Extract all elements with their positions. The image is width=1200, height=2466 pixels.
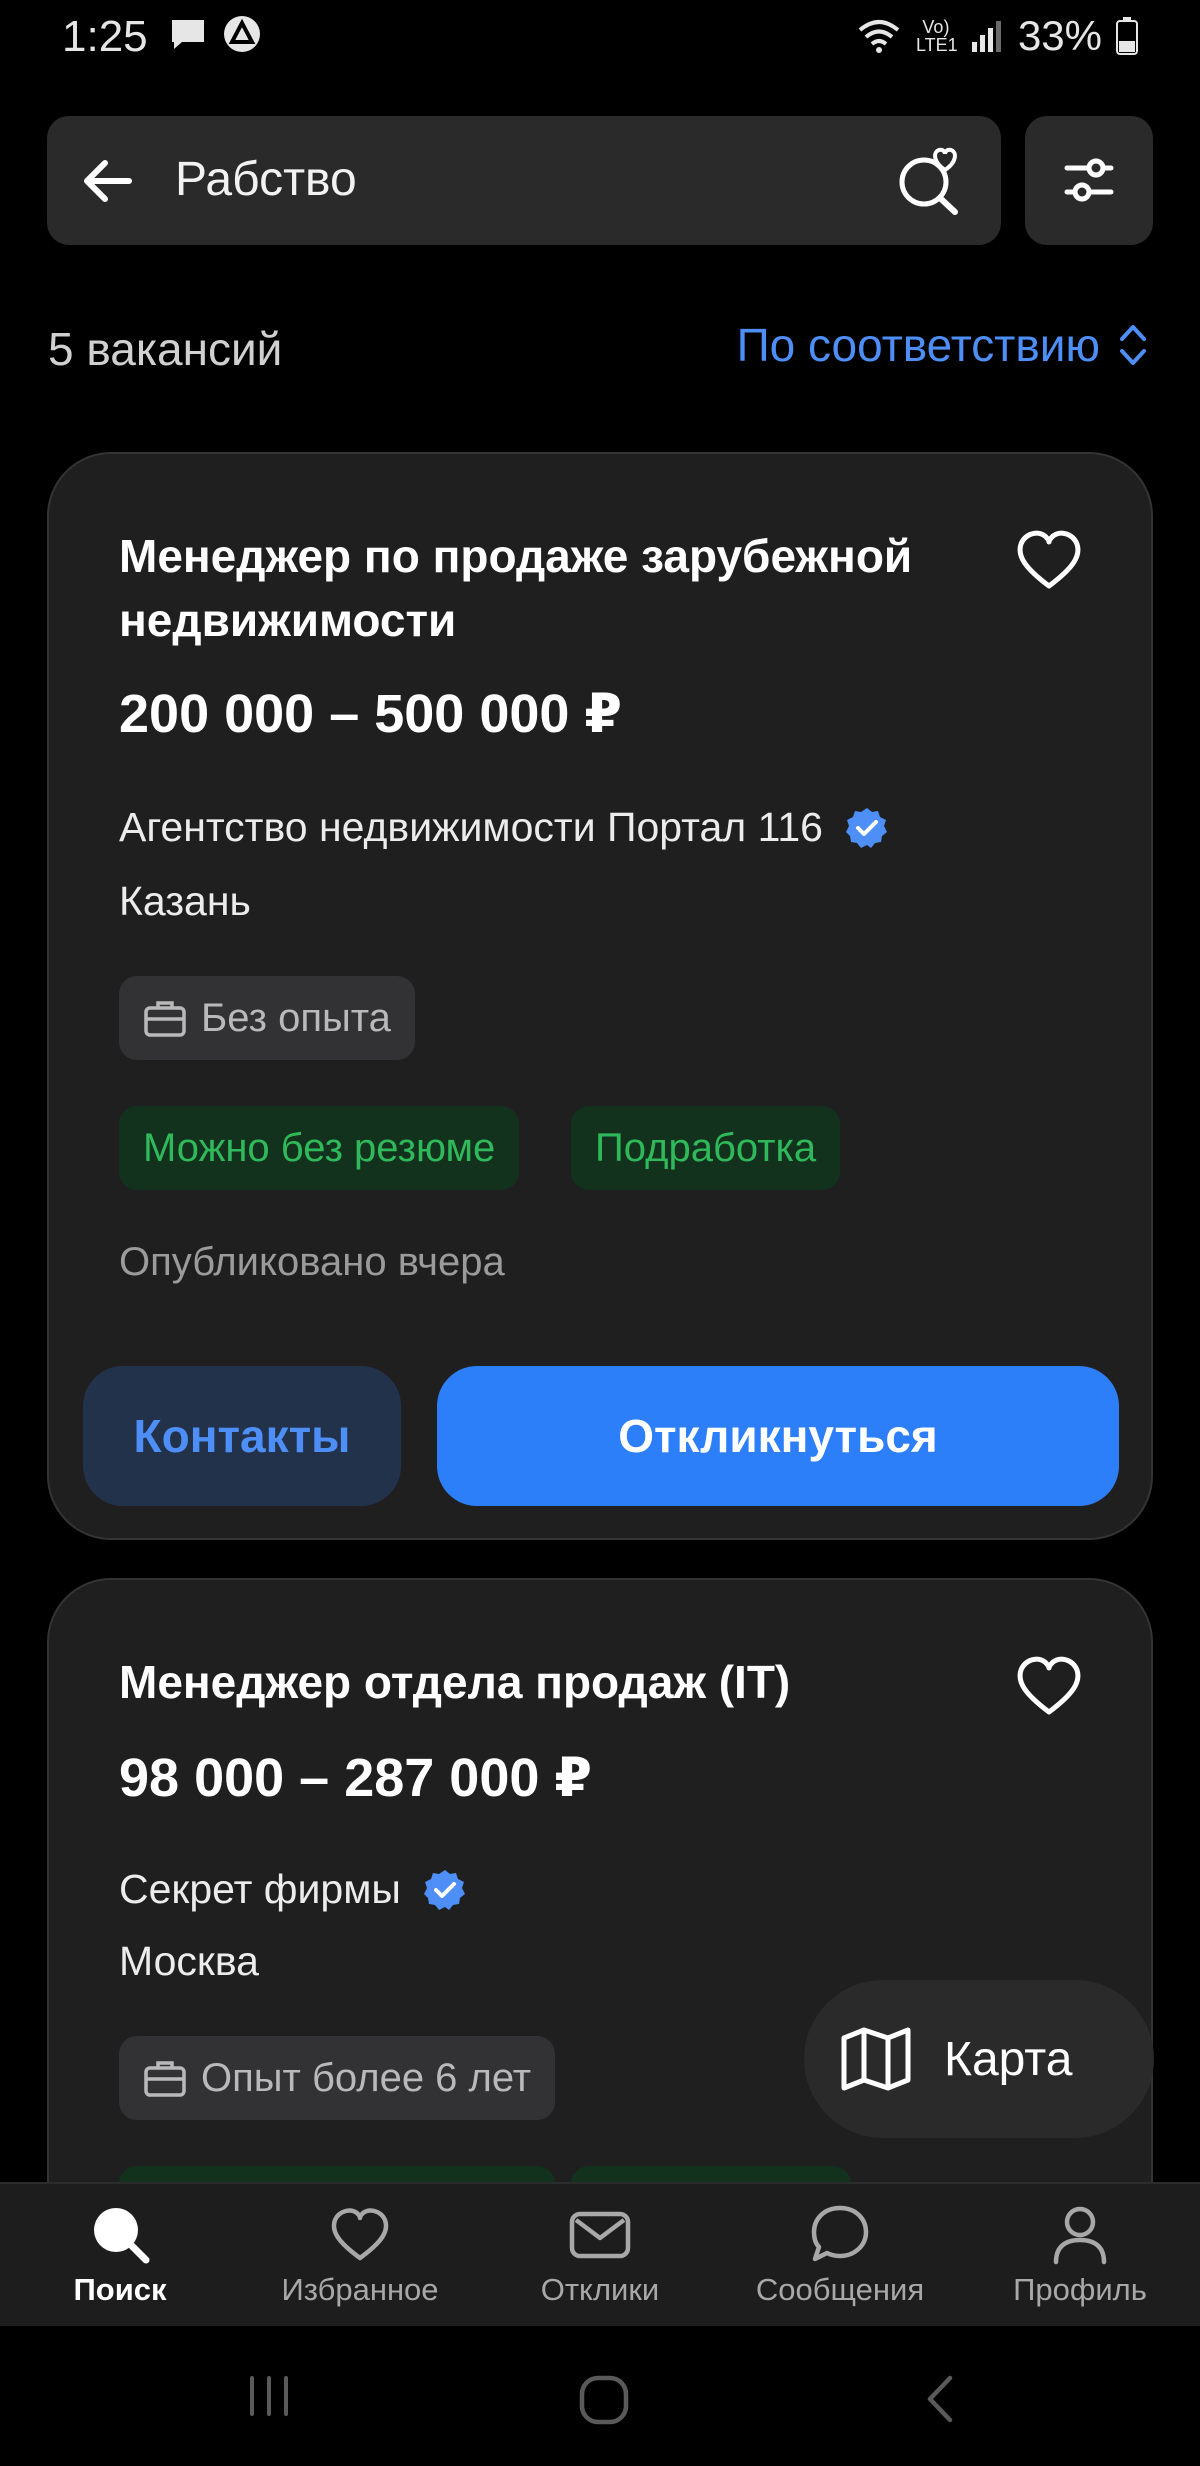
vacancy-salary: 98 000 – 287 000 ₽ [119,1748,592,1808]
experience-label: Без опыта [201,995,391,1040]
nav-label: Поиск [73,2272,167,2307]
verified-badge-icon [845,807,887,848]
experience-label: Опыт более 6 лет [201,2055,532,2100]
vacancy-title[interactable]: Менеджер по продаже зарубежной недвижимо… [119,524,999,652]
tag-no-resume: Можно без резюме [119,1106,520,1190]
vacancy-company[interactable]: Секрет фирмы [119,1866,467,1913]
status-right: Vo) LTE1 33% [856,12,1138,60]
network-type: Vo) LTE1 [915,17,958,55]
system-navigation [0,2326,1200,2466]
sort-chevrons-icon [1120,325,1146,365]
verified-badge-icon [423,1869,465,1910]
nav-label: Профиль [1013,2272,1147,2307]
save-search-icon[interactable] [893,144,965,216]
nav-messages[interactable]: Сообщения [720,2184,960,2326]
results-count: 5 вакансий [48,323,283,375]
bottom-navigation: Поиск Избранное Отклики Сообщения Профил… [0,2182,1200,2326]
chat-bubble-icon [811,2205,869,2262]
published-date: Опубликовано вчера [119,1240,505,1284]
favorite-heart-icon[interactable] [1013,1650,1085,1722]
briefcase-icon [144,1001,186,1037]
nav-label: Избранное [281,2272,439,2307]
favorite-heart-icon[interactable] [1013,524,1085,596]
map-icon [841,2027,911,2091]
vacancy-city: Москва [119,1938,259,1984]
envelope-icon [569,2211,631,2259]
search-query[interactable]: Рабство [175,152,357,207]
experience-chip: Без опыта [119,976,415,1060]
experience-chip: Опыт более 6 лет [119,2036,556,2120]
company-name: Секрет фирмы [119,1866,401,1912]
battery-percent: 33% [1017,12,1102,59]
home-icon[interactable] [578,2374,630,2426]
heart-icon [331,2208,389,2261]
vacancy-title[interactable]: Менеджер отдела продаж (IT) [119,1650,999,1714]
recent-apps-icon[interactable] [246,2374,292,2418]
nav-favorites[interactable]: Избранное [240,2184,480,2326]
vacancy-card[interactable]: Менеджер по продаже зарубежной недвижимо… [47,452,1153,1540]
apply-button[interactable]: Откликнуться [437,1366,1119,1506]
signal-icon [971,21,1001,52]
message-notification-icon [172,20,204,49]
nav-responses[interactable]: Отклики [480,2184,720,2326]
briefcase-icon [144,2061,186,2097]
nav-label: Отклики [540,2272,660,2307]
nav-label: Сообщения [755,2272,925,2307]
tag-part-time: Подработка [571,1106,841,1190]
map-button-label: Карта [944,2032,1073,2086]
map-button[interactable]: Карта [804,1980,1154,2138]
battery-icon [1116,17,1138,55]
back-arrow-icon[interactable] [77,150,139,212]
contacts-button[interactable]: Контакты [83,1366,401,1506]
status-time: 1:25 [62,12,148,61]
sort-label: По соответствию [736,319,1100,371]
person-icon [1053,2206,1107,2265]
system-back-icon[interactable] [920,2374,960,2424]
vacancy-city: Казань [119,878,251,924]
status-bar: 1:25 Vo) LTE1 33% [0,0,1200,72]
app-notification-icon [224,16,260,52]
vacancy-company[interactable]: Агентство недвижимости Портал 116 [119,804,889,851]
search-bar[interactable]: Рабство [47,116,1001,245]
sort-selector[interactable]: По соответствию [737,318,1148,372]
filter-sliders-icon [1064,158,1114,202]
search-icon [94,2208,150,2264]
nav-profile[interactable]: Профиль [960,2184,1200,2326]
vacancy-salary: 200 000 – 500 000 ₽ [119,684,623,744]
wifi-icon [858,20,900,53]
filters-button[interactable] [1025,116,1153,245]
nav-search[interactable]: Поиск [0,2184,240,2326]
company-name: Агентство недвижимости Портал 116 [119,804,823,850]
